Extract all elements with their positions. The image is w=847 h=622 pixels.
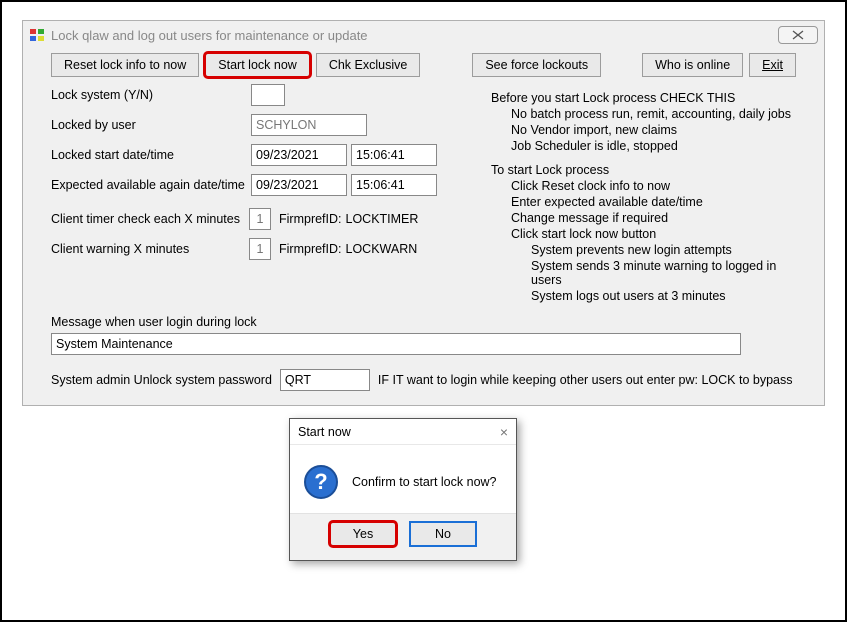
info-check-3: Job Scheduler is idle, stopped <box>511 139 796 153</box>
info-start-heading: To start Lock process <box>491 163 796 177</box>
dialog-yes-button[interactable]: Yes <box>330 522 396 546</box>
main-window: Lock qlaw and log out users for maintena… <box>22 20 825 406</box>
admin-unlock-note: IF IT want to login while keeping other … <box>378 373 793 387</box>
info-check-heading: Before you start Lock process CHECK THIS <box>491 91 796 105</box>
locked-start-date-input[interactable] <box>251 144 347 166</box>
exit-button[interactable]: Exit <box>749 53 796 77</box>
firmpref-label-1: FirmprefID: <box>279 212 342 226</box>
info-step-1: Click Reset clock info to now <box>511 179 796 193</box>
info-check-1: No batch process run, remit, accounting,… <box>511 107 796 121</box>
client-timer-label: Client timer check each X minutes <box>51 212 249 226</box>
who-is-online-button[interactable]: Who is online <box>642 53 743 77</box>
info-step-4b: System sends 3 minute warning to logged … <box>531 259 796 287</box>
login-message-input[interactable] <box>51 333 741 355</box>
window-close-button[interactable] <box>778 26 818 44</box>
info-step-4c: System logs out users at 3 minutes <box>531 289 796 303</box>
app-icon <box>29 27 45 43</box>
confirm-dialog: Start now × ? Confirm to start lock now?… <box>289 418 517 561</box>
client-warn-label: Client warning X minutes <box>51 242 249 256</box>
question-icon: ? <box>304 465 338 499</box>
see-force-lockouts-button[interactable]: See force lockouts <box>472 53 601 77</box>
firmpref-warn-value: LOCKWARN <box>346 242 418 256</box>
client-warn-value <box>249 238 271 260</box>
locked-start-time-input[interactable] <box>351 144 437 166</box>
window-title: Lock qlaw and log out users for maintena… <box>51 28 368 43</box>
start-lock-button[interactable]: Start lock now <box>205 53 310 77</box>
locked-by-user-field <box>251 114 367 136</box>
info-step-2: Enter expected available date/time <box>511 195 796 209</box>
info-step-4a: System prevents new login attempts <box>531 243 796 257</box>
dialog-titlebar: Start now × <box>290 419 516 445</box>
locked-by-label: Locked by user <box>51 118 251 132</box>
dialog-title: Start now <box>298 425 351 439</box>
locked-start-label: Locked start date/time <box>51 148 251 162</box>
lock-system-input[interactable] <box>251 84 285 106</box>
titlebar: Lock qlaw and log out users for maintena… <box>23 21 824 49</box>
dialog-close-icon[interactable]: × <box>500 424 508 440</box>
toolbar: Reset lock info to now Start lock now Ch… <box>23 49 824 79</box>
admin-unlock-input[interactable] <box>280 369 370 391</box>
expected-time-input[interactable] <box>351 174 437 196</box>
dialog-message: Confirm to start lock now? <box>352 475 497 489</box>
info-step-3: Change message if required <box>511 211 796 225</box>
dialog-no-button[interactable]: No <box>410 522 476 546</box>
chk-exclusive-button[interactable]: Chk Exclusive <box>316 53 421 77</box>
info-panel: Before you start Lock process CHECK THIS… <box>491 83 796 305</box>
info-check-2: No Vendor import, new claims <box>511 123 796 137</box>
info-step-4: Click start lock now button <box>511 227 796 241</box>
login-message-label: Message when user login during lock <box>51 315 257 329</box>
firmpref-label-2: FirmprefID: <box>279 242 342 256</box>
expected-date-input[interactable] <box>251 174 347 196</box>
admin-unlock-label: System admin Unlock system password <box>51 373 272 387</box>
lock-system-label: Lock system (Y/N) <box>51 88 251 102</box>
reset-lock-button[interactable]: Reset lock info to now <box>51 53 199 77</box>
firmpref-timer-value: LOCKTIMER <box>346 212 419 226</box>
expected-available-label: Expected available again date/time <box>51 178 251 192</box>
client-timer-value <box>249 208 271 230</box>
